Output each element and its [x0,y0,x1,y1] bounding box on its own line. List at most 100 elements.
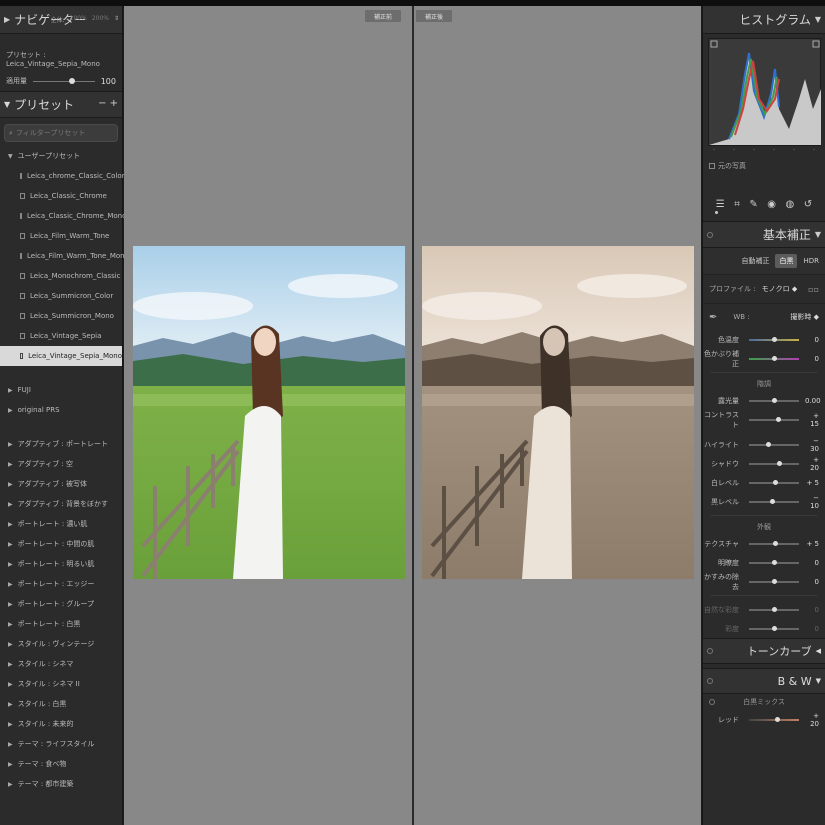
original-photo-checkbox[interactable] [709,163,715,169]
sliders-icon[interactable]: ☰ [716,199,725,210]
preset-group[interactable]: ▶ アダプティブ : ポートレート [0,434,122,454]
preset-group-user[interactable]: ▼ ユーザープリセット [0,146,122,166]
target-adjust-icon[interactable] [709,699,715,705]
slider-track[interactable] [749,460,799,466]
panel-toggle-icon[interactable] [707,678,713,684]
preset-item[interactable]: Leica_Classic_Chrome_Mono [0,206,126,226]
preset-group[interactable]: ▶ スタイル : シネマ II [0,674,122,694]
slider-track[interactable] [749,336,799,342]
mask-icon[interactable]: ◍ [786,199,795,210]
preset-group[interactable]: ▶ スタイル : シネマ [0,654,122,674]
preset-item[interactable]: Leica_Vintage_Sepia_Mono [0,346,122,366]
original-photo-toggle[interactable]: 元の写真 [703,158,825,174]
wb-dropdown[interactable]: 撮影時 ◆ [790,312,819,322]
preset-add-remove-controls[interactable]: − + [98,98,118,109]
bw-header[interactable]: B & W ▼ [703,668,825,694]
preset-group[interactable]: ▶ スタイル : 白黒 [0,694,122,714]
preset-group[interactable]: ▶ ポートレート : エッジー [0,574,122,594]
slider-track[interactable] [749,540,799,546]
slider-track[interactable] [749,716,799,722]
preset-item[interactable]: Leica_Monochrom_Classic [0,266,122,286]
preset-group[interactable]: ▶ ポートレート : 白黒 [0,614,122,634]
slider-value[interactable]: 0.00 [805,397,821,405]
slider-knob[interactable] [772,578,777,584]
slider-track[interactable] [749,606,799,612]
preset-group[interactable]: ▶ ポートレート : グループ [0,594,122,614]
slider-value[interactable]: 0 [805,625,819,633]
tone-curve-header[interactable]: トーンカーブ ◀ [703,638,825,664]
slider-value[interactable]: + 15 [805,412,819,428]
preset-item[interactable]: Leica_Film_Warm_Tone_Mono [0,246,129,266]
slider-knob[interactable] [772,625,777,631]
bw-button[interactable]: 白黒 [775,254,798,268]
zoom-dropdown-icon[interactable]: ⇕ [114,15,119,24]
preset-group[interactable]: ▶ FUJI [0,380,122,400]
preset-group[interactable]: ▶ アダプティブ : 被写体 [0,474,122,494]
panel-toggle-icon[interactable] [707,648,713,654]
crop-icon[interactable]: ⌗ [734,199,740,210]
slider-knob[interactable] [772,606,777,612]
preset-group[interactable]: ▶ original PRS [0,400,122,420]
zoom-fit-option[interactable]: 全体: [51,15,65,24]
slider-value[interactable]: 0 [805,336,819,344]
preset-item[interactable]: Leica_chrome_Classic_Color [0,166,125,186]
histogram-header[interactable]: ヒストグラム ▼ [703,6,825,34]
slider-knob[interactable] [772,397,777,403]
slider-value[interactable]: 0 [805,578,819,586]
slider-track[interactable] [749,498,799,504]
preset-search-input[interactable]: ⌕ フィルタープリセット [4,124,118,142]
preset-group[interactable]: ▶ テーマ : ライフスタイル [0,734,122,754]
slider-value[interactable]: + 20 [805,712,819,728]
preset-group[interactable]: ▶ アダプティブ : 空 [0,454,122,474]
slider-value[interactable]: − 10 [805,494,819,510]
slider-knob[interactable] [773,540,778,546]
navigator-header[interactable]: ▶ ナビゲーター 全体: 100% 200% ⇕ [0,6,122,34]
slider-knob[interactable] [775,416,781,422]
slider-knob[interactable] [766,441,771,447]
auto-button[interactable]: 自動補正 [741,256,769,266]
slider-track[interactable] [749,578,799,584]
slider-knob[interactable] [770,498,775,504]
preset-group[interactable]: ▶ テーマ : 都市建築 [0,774,122,794]
slider-value[interactable]: 0 [805,606,819,614]
presets-header[interactable]: ▼ プリセット − + [0,92,122,118]
profile-browser-icon[interactable]: ▫▫ [808,285,819,294]
healing-icon[interactable]: ✎ [749,199,757,210]
slider-track[interactable] [749,416,799,422]
eyedropper-icon[interactable]: ✒ [709,312,717,323]
preset-group[interactable]: ▶ ポートレート : 明るい肌 [0,554,122,574]
slider-track[interactable] [749,479,799,485]
slider-value[interactable]: − 30 [805,437,819,453]
profile-dropdown[interactable]: モノクロ ◆ [762,284,798,294]
slider-value[interactable]: + 20 [805,456,819,472]
preset-group[interactable]: ▶ スタイル : ヴィンテージ [0,634,122,654]
before-photo[interactable] [133,246,405,579]
slider-knob[interactable] [777,460,782,466]
history-icon[interactable]: ↺ [804,199,812,210]
preset-group[interactable]: ▶ テーマ : 食べ物 [0,754,122,774]
hdr-button[interactable]: HDR [803,257,819,265]
preset-group[interactable]: ▶ ポートレート : 濃い肌 [0,514,122,534]
preset-item[interactable]: Leica_Vintage_Sepia [0,326,122,346]
slider-value[interactable]: + 5 [805,540,819,548]
slider-value[interactable]: 0 [805,559,819,567]
after-photo[interactable] [422,246,694,579]
redeye-icon[interactable]: ◉ [767,199,776,210]
slider-knob[interactable] [775,716,780,722]
preset-item[interactable]: Leica_Summicron_Color [0,286,122,306]
slider-knob[interactable] [773,479,778,485]
amount-slider[interactable] [33,77,95,84]
preset-group[interactable]: ▶ ポートレート : 中間の肌 [0,534,122,554]
slider-knob[interactable] [772,355,777,361]
slider-track[interactable] [749,625,799,631]
slider-track[interactable] [749,559,799,565]
preset-item[interactable]: Leica_Film_Warm_Tone [0,226,122,246]
zoom-200-option[interactable]: 200% [92,15,109,24]
basic-header[interactable]: 基本補正 ▼ [703,222,825,248]
panel-toggle-icon[interactable] [707,232,713,238]
preset-group[interactable]: ▶ アダプティブ : 背景をぼかす [0,494,122,514]
preset-item[interactable]: Leica_Summicron_Mono [0,306,122,326]
slider-value[interactable]: + 5 [805,479,819,487]
zoom-100-option[interactable]: 100% [70,15,87,24]
slider-knob[interactable] [772,336,777,342]
